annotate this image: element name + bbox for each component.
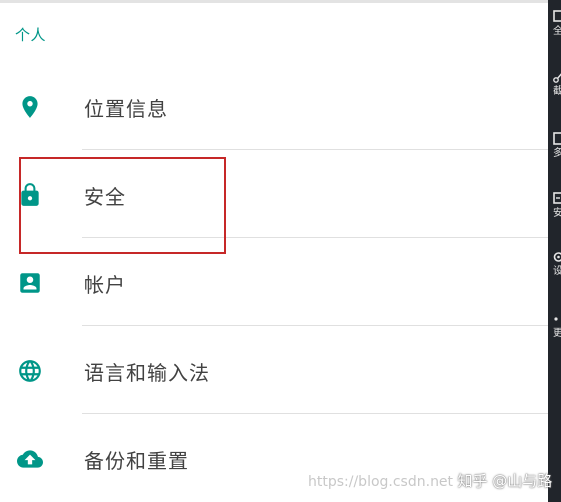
settings-item-location[interactable]: 位置信息 <box>0 62 548 150</box>
side-toolbar: 全 截 多 安 设 更 <box>548 0 561 502</box>
section-header-personal: 个人 <box>15 26 47 44</box>
side-item-settings[interactable]: 设 <box>553 250 561 278</box>
settings-list: 位置信息 安全 帐户 语言和输入法 备份和重置 <box>0 62 548 502</box>
highlight-box <box>19 157 226 254</box>
scissors-icon <box>553 70 561 84</box>
location-pin-icon <box>17 94 43 120</box>
side-item-label: 截 <box>553 86 561 97</box>
settings-icon <box>553 250 561 264</box>
watermark-url: https://blog.csdn.net <box>308 474 454 490</box>
watermark-author: 知乎 @山与路 <box>457 472 553 490</box>
side-item-install[interactable]: 安 <box>553 192 561 220</box>
side-item-screenshot[interactable]: 截 <box>553 70 561 98</box>
settings-item-label: 语言和输入法 <box>84 361 210 385</box>
side-item-multiwindow[interactable]: 多 <box>553 132 561 160</box>
side-item-label: 多 <box>553 148 561 159</box>
more-icon <box>553 312 561 326</box>
side-item-label: 更 <box>553 328 561 339</box>
settings-item-label: 备份和重置 <box>84 449 189 473</box>
fullscreen-icon <box>553 10 561 24</box>
side-item-label: 设 <box>553 266 561 277</box>
watermark: https://blog.csdn.net 知乎 @山与路 <box>308 470 552 491</box>
side-item-label: 全 <box>553 26 561 37</box>
cloud-upload-icon <box>17 446 43 472</box>
account-box-icon <box>17 270 43 296</box>
side-item-more[interactable]: 更 <box>553 312 561 340</box>
install-icon <box>553 192 561 206</box>
side-item-fullscreen[interactable]: 全 <box>553 10 561 38</box>
globe-icon <box>17 358 43 384</box>
settings-item-label: 位置信息 <box>84 97 168 121</box>
top-edge <box>0 0 548 3</box>
settings-item-language[interactable]: 语言和输入法 <box>0 326 548 414</box>
side-item-label: 安 <box>553 208 561 219</box>
settings-item-label: 帐户 <box>84 273 126 297</box>
window-icon <box>553 132 561 146</box>
